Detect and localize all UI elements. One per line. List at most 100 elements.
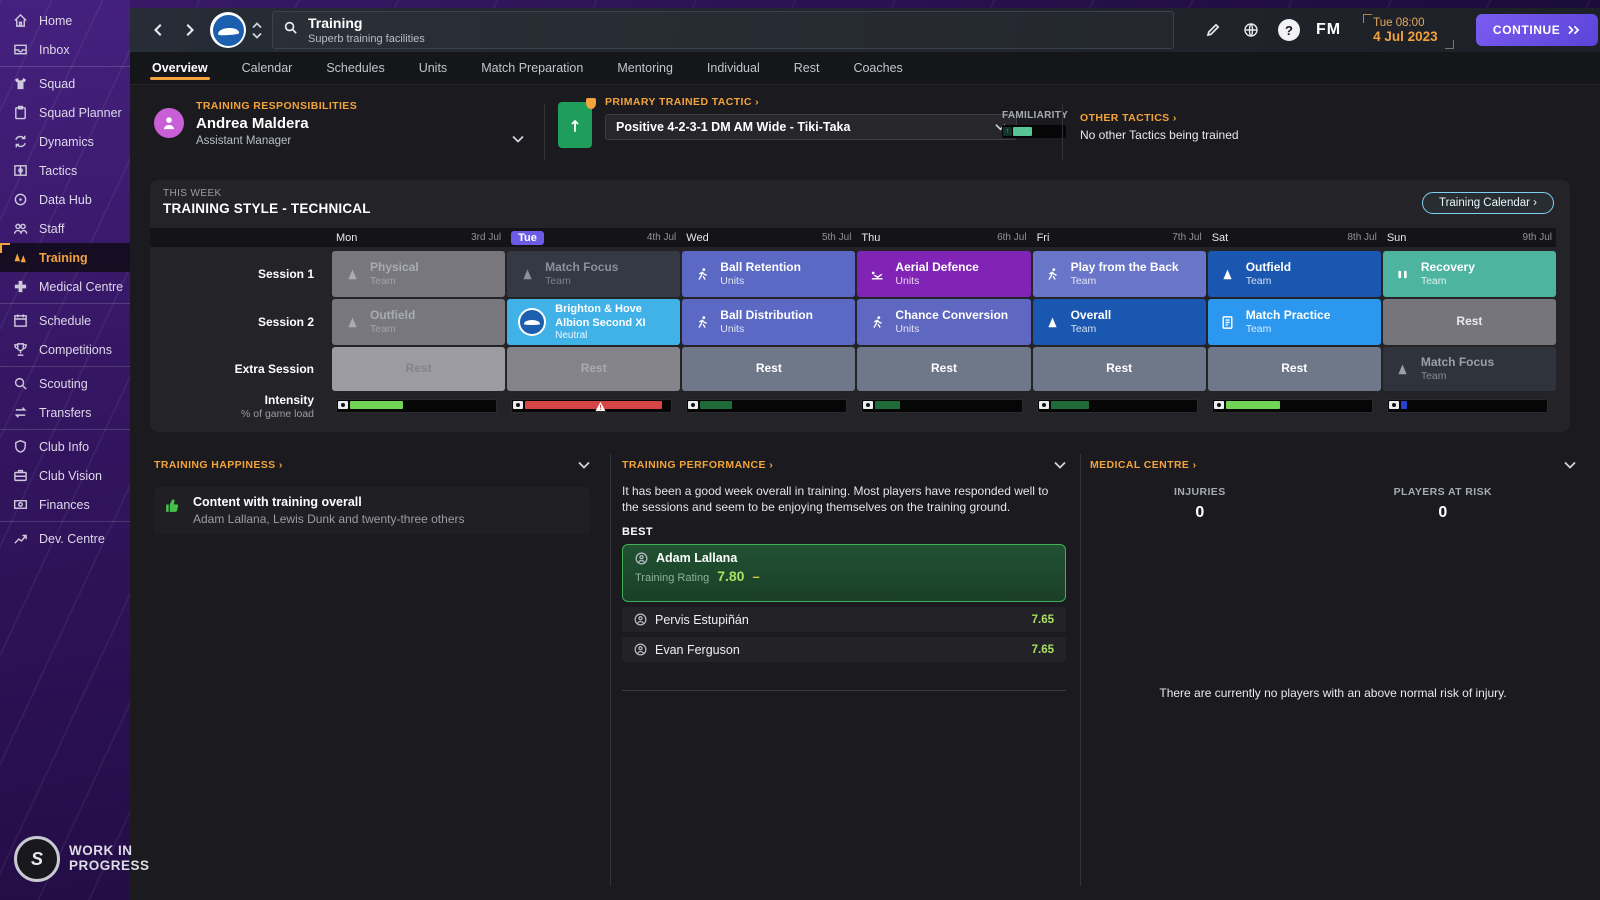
session-subtitle: Neutral: [555, 329, 588, 341]
responsibilities-dropdown[interactable]: [512, 130, 524, 148]
day-header-row: Mon 3rd Jul Tue 4th Jul Wed 5th Jul Thu 6th Jul…: [150, 228, 1556, 247]
session2-cell-wed[interactable]: Ball Distribution Units: [682, 299, 856, 345]
sidebar-item-inbox[interactable]: Inbox: [0, 35, 130, 64]
training-performance-heading[interactable]: TRAINING PERFORMANCE ›: [622, 459, 773, 471]
medical-centre-heading[interactable]: MEDICAL CENTRE ›: [1090, 459, 1197, 471]
tab-units[interactable]: Units: [419, 61, 447, 84]
tab-calendar[interactable]: Calendar: [242, 61, 293, 84]
forward-button[interactable]: [174, 15, 204, 45]
other-tactics-section[interactable]: OTHER TACTICS › No other Tactics being t…: [1080, 112, 1239, 142]
collapse-chevron-icon[interactable]: [1564, 456, 1576, 474]
sidebar-item-dynamics[interactable]: Dynamics: [0, 127, 130, 156]
training-happiness-heading[interactable]: TRAINING HAPPINESS ›: [154, 459, 283, 471]
happiness-item[interactable]: Content with training overall Adam Lalla…: [154, 487, 590, 534]
training-calendar-button[interactable]: Training Calendar ›: [1421, 192, 1554, 214]
page-subtitle: Superb training facilities: [308, 32, 425, 45]
best-player-name: Adam Lallana: [656, 551, 738, 566]
session2-cell-fri[interactable]: Overall Team: [1032, 299, 1206, 345]
sidebar-item-scouting[interactable]: Scouting: [0, 369, 130, 398]
intensity-bar[interactable]: [1211, 399, 1373, 413]
session1-cell-sun[interactable]: Recovery Team: [1382, 251, 1556, 297]
best-player-card[interactable]: Adam Lallana Training Rating 7.80 –: [622, 544, 1066, 603]
continue-button[interactable]: CONTINUE: [1475, 14, 1598, 46]
sidebar-item-transfers[interactable]: Transfers: [0, 398, 130, 427]
extra-cell-sat[interactable]: Rest: [1207, 347, 1381, 391]
tab-mentoring[interactable]: Mentoring: [617, 61, 673, 84]
sidebar-item-squad[interactable]: Squad: [0, 69, 130, 98]
primary-tactic-select[interactable]: Positive 4-2-3-1 DM AM Wide - Tiki-Taka: [605, 114, 1017, 140]
help-button[interactable]: ?: [1274, 15, 1304, 45]
game-date-value: 4 Jul 2023: [1373, 28, 1438, 44]
intensity-bar[interactable]: [1386, 399, 1548, 413]
divider: [1080, 454, 1081, 886]
session-subtitle: Team: [1245, 275, 1272, 288]
primary-tactic-section: PRIMARY TRAINED TACTIC › Positive 4-2-3-…: [558, 96, 1017, 148]
search-title-bar[interactable]: Training Superb training facilities: [272, 11, 1174, 49]
sidebar-item-label: Inbox: [39, 42, 70, 57]
session1-cell-mon[interactable]: Physical Team: [332, 251, 506, 297]
fm-logo[interactable]: FM: [1316, 21, 1341, 39]
club-crest-icon[interactable]: [210, 12, 246, 48]
session-title: Rest: [1456, 314, 1483, 329]
session1-cell-wed[interactable]: Ball Retention Units: [682, 251, 856, 297]
session1-cell-sat[interactable]: Outfield Team: [1207, 251, 1381, 297]
session2-cell-mon[interactable]: Outfield Team: [332, 299, 506, 345]
performance-row[interactable]: Evan Ferguson 7.65: [622, 637, 1066, 663]
extra-cell-mon[interactable]: Rest: [332, 347, 506, 391]
session1-cell-thu[interactable]: Aerial Defence Units: [857, 251, 1031, 297]
performance-row[interactable]: Pervis Estupiñán 7.65: [622, 607, 1066, 633]
briefcase-icon: [12, 467, 29, 484]
session1-cell-tue[interactable]: Match Focus Team: [507, 251, 681, 297]
collapse-chevron-icon[interactable]: [578, 456, 590, 474]
training-responsibilities[interactable]: TRAINING RESPONSIBILITIES Andrea Maldera…: [154, 100, 357, 147]
intensity-bar[interactable]: [336, 399, 498, 413]
session-title: Aerial Defence: [895, 259, 979, 274]
extra-cell-tue[interactable]: Rest: [507, 347, 681, 391]
session2-cell-thu[interactable]: Chance Conversion Units: [857, 299, 1031, 345]
sidebar-item-staff[interactable]: Staff: [0, 214, 130, 243]
sidebar-item-competitions[interactable]: Competitions: [0, 335, 130, 364]
sidebar-item-club-info[interactable]: Club Info: [0, 432, 130, 461]
extra-cell-sun[interactable]: Match Focus Team: [1382, 347, 1556, 391]
sidebar-item-data-hub[interactable]: Data Hub: [0, 185, 130, 214]
session1-cell-fri[interactable]: Play from the Back Team: [1032, 251, 1206, 297]
player-rating: 7.65: [1031, 613, 1054, 626]
intensity-bar[interactable]: [1036, 399, 1198, 413]
session2-cell-tue[interactable]: Brighton & Hove Albion Second XI Neutral: [507, 299, 681, 345]
sidebar-item-club-vision[interactable]: Club Vision: [0, 461, 130, 490]
sidebar-item-finances[interactable]: Finances: [0, 490, 130, 519]
runner-icon: [1044, 267, 1062, 282]
tab-coaches[interactable]: Coaches: [853, 61, 902, 84]
runner-icon: [693, 315, 711, 330]
sidebar-item-training[interactable]: Training: [0, 243, 130, 272]
sidebar-item-home[interactable]: Home: [0, 6, 130, 35]
extra-cell-thu[interactable]: Rest: [857, 347, 1031, 391]
extra-cell-wed[interactable]: Rest: [682, 347, 856, 391]
top-bar: Training Superb training facilities ? FM…: [130, 8, 1600, 52]
extra-cell-fri[interactable]: Rest: [1032, 347, 1206, 391]
sidebar-item-dev-centre[interactable]: Dev. Centre: [0, 524, 130, 553]
intensity-bar[interactable]: [511, 399, 673, 413]
session2-cell-sun[interactable]: Rest: [1382, 299, 1556, 345]
tab-overview[interactable]: Overview: [150, 61, 210, 84]
session2-cell-sat[interactable]: Match Practice Team: [1207, 299, 1381, 345]
sidebar-item-squad-planner[interactable]: Squad Planner: [0, 98, 130, 127]
sidebar-item-medical-centre[interactable]: Medical Centre: [0, 272, 130, 301]
back-button[interactable]: [144, 15, 174, 45]
player-name: Evan Ferguson: [655, 642, 740, 657]
tab-rest[interactable]: Rest: [794, 61, 820, 84]
edit-button[interactable]: [1198, 15, 1228, 45]
runner-icon: [868, 315, 886, 330]
intensity-bar[interactable]: [861, 399, 1023, 413]
collapse-chevron-icon[interactable]: [1054, 456, 1066, 474]
sidebar-item-tactics[interactable]: Tactics: [0, 156, 130, 185]
chevron-down-icon: [252, 32, 262, 39]
team-stepper[interactable]: [252, 21, 262, 39]
tab-match-preparation[interactable]: Match Preparation: [481, 61, 583, 84]
tab-schedules[interactable]: Schedules: [326, 61, 384, 84]
world-button[interactable]: [1236, 15, 1266, 45]
tab-individual[interactable]: Individual: [707, 61, 760, 84]
sidebar-item-schedule[interactable]: Schedule: [0, 306, 130, 335]
intensity-bar[interactable]: [686, 399, 848, 413]
responsible-staff-role: Assistant Manager: [196, 135, 292, 147]
